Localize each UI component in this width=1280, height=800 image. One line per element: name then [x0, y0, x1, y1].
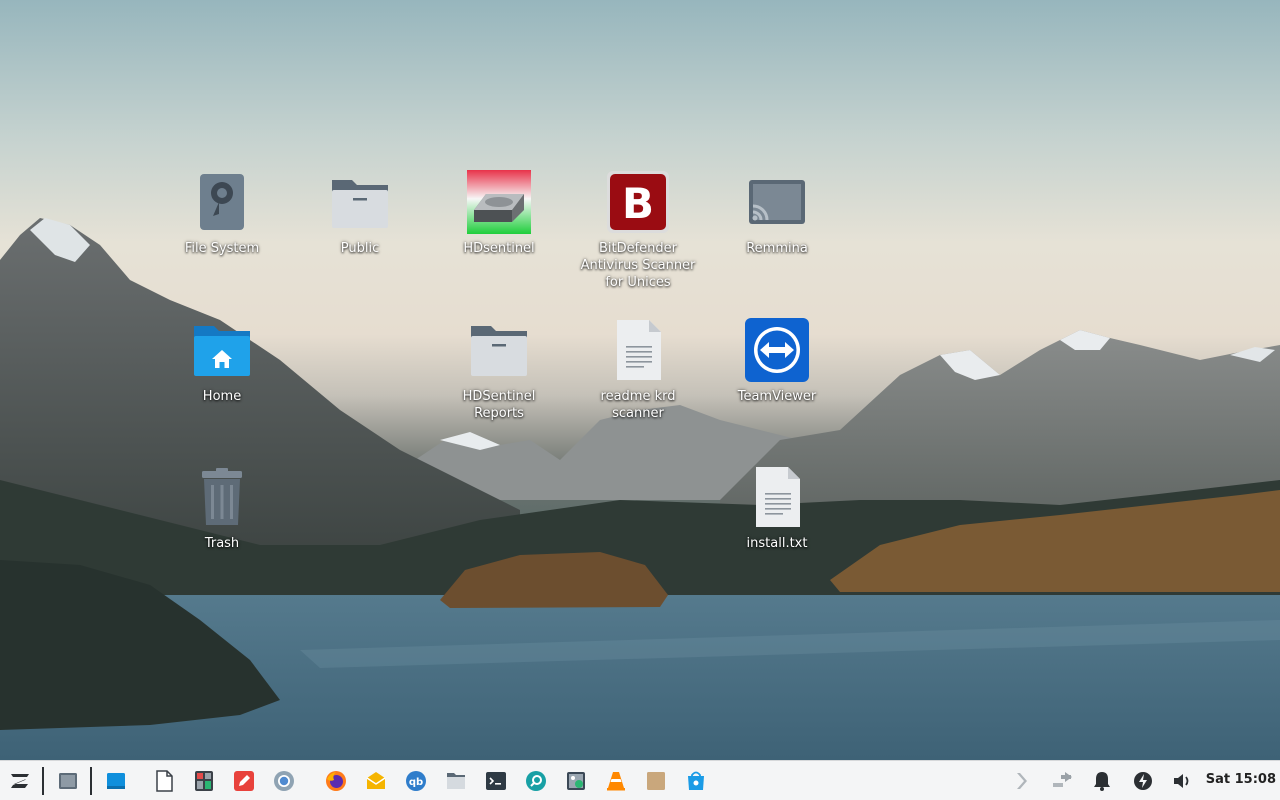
calculator-icon[interactable] — [192, 769, 216, 793]
remmina-icon — [749, 180, 805, 224]
desktop-icon-teamviewer[interactable]: TeamViewer — [718, 318, 836, 405]
trash-icon — [202, 468, 242, 525]
desktop-icon-install-txt[interactable]: install.txt — [718, 465, 836, 552]
desktop-icon-file-system[interactable]: File System — [163, 170, 281, 257]
desktop-icon-public[interactable]: Public — [301, 170, 419, 257]
folder-icon — [332, 180, 388, 228]
desktop-icon-label: BitDefender Antivirus Scanner for Unices — [580, 241, 696, 290]
archive-icon[interactable] — [644, 769, 668, 793]
desktop-icon-readme[interactable]: readme krd scanner — [579, 318, 697, 422]
network-icon[interactable] — [1050, 769, 1074, 793]
desktop-icon-hdsentinel-reports[interactable]: HDSentinel Reports — [440, 318, 558, 422]
desktop-icon-label: Public — [340, 241, 380, 256]
firefox-icon[interactable] — [324, 769, 348, 793]
desktop-icon-trash[interactable]: Trash — [163, 465, 281, 552]
mail-icon[interactable] — [364, 769, 388, 793]
desktop[interactable]: File System Public HDsentinel B BitDefen… — [0, 0, 1280, 760]
drawing-icon[interactable] — [232, 769, 256, 793]
zorin-menu-icon[interactable] — [8, 769, 32, 793]
folder-icon — [471, 326, 527, 376]
desktop-icon-remmina[interactable]: Remmina — [718, 170, 836, 257]
desktop-icon-label: HDsentinel — [463, 241, 535, 256]
chromium-icon[interactable] — [272, 769, 296, 793]
software-store-icon[interactable] — [684, 769, 708, 793]
desktop-icon-label: Remmina — [746, 241, 808, 256]
desktop-icon-label: install.txt — [746, 536, 808, 551]
svg-text:B: B — [622, 179, 654, 228]
file-manager-icon[interactable] — [444, 769, 468, 793]
desktop-icon-label: readme krd scanner — [600, 389, 676, 421]
desktop-icon-label: TeamViewer — [737, 389, 817, 404]
vlc-icon[interactable] — [604, 769, 628, 793]
qbittorrent-icon[interactable]: qb — [404, 769, 428, 793]
search-tool-icon[interactable] — [524, 769, 548, 793]
show-desktop-icon[interactable] — [56, 769, 80, 793]
desktop-icon-label: Home — [202, 389, 242, 404]
taskbar: qb Sat 15:08 — [0, 760, 1280, 800]
volume-icon[interactable] — [1170, 769, 1194, 793]
desktop-icon-label: HDSentinel Reports — [462, 389, 536, 421]
text-file-icon — [617, 320, 661, 380]
terminal-icon[interactable] — [484, 769, 508, 793]
desktop-icon-home[interactable]: Home — [163, 318, 281, 405]
power-icon[interactable] — [1131, 769, 1155, 793]
teamviewer-icon — [745, 318, 809, 382]
svg-text:qb: qb — [409, 777, 423, 788]
desktop-icon-label: Trash — [204, 536, 240, 551]
active-window-icon[interactable] — [104, 769, 128, 793]
image-viewer-icon[interactable] — [564, 769, 588, 793]
desktop-icon-bitdefender[interactable]: B BitDefender Antivirus Scanner for Unic… — [579, 170, 697, 291]
clock[interactable]: Sat 15:08 — [1206, 772, 1276, 787]
hdsentinel-icon — [467, 170, 531, 234]
text-file-icon — [756, 467, 800, 527]
taskbar-separator — [90, 767, 92, 795]
home-folder-icon — [194, 326, 250, 376]
desktop-icon-label: File System — [184, 241, 260, 256]
desktop-icon-hdsentinel[interactable]: HDsentinel — [440, 170, 558, 257]
drive-harddisk-icon — [200, 174, 244, 230]
zorin-connect-icon[interactable] — [1010, 769, 1034, 793]
bitdefender-icon: B — [607, 171, 669, 233]
notifications-icon[interactable] — [1090, 769, 1114, 793]
text-editor-icon[interactable] — [152, 769, 176, 793]
taskbar-separator — [42, 767, 44, 795]
